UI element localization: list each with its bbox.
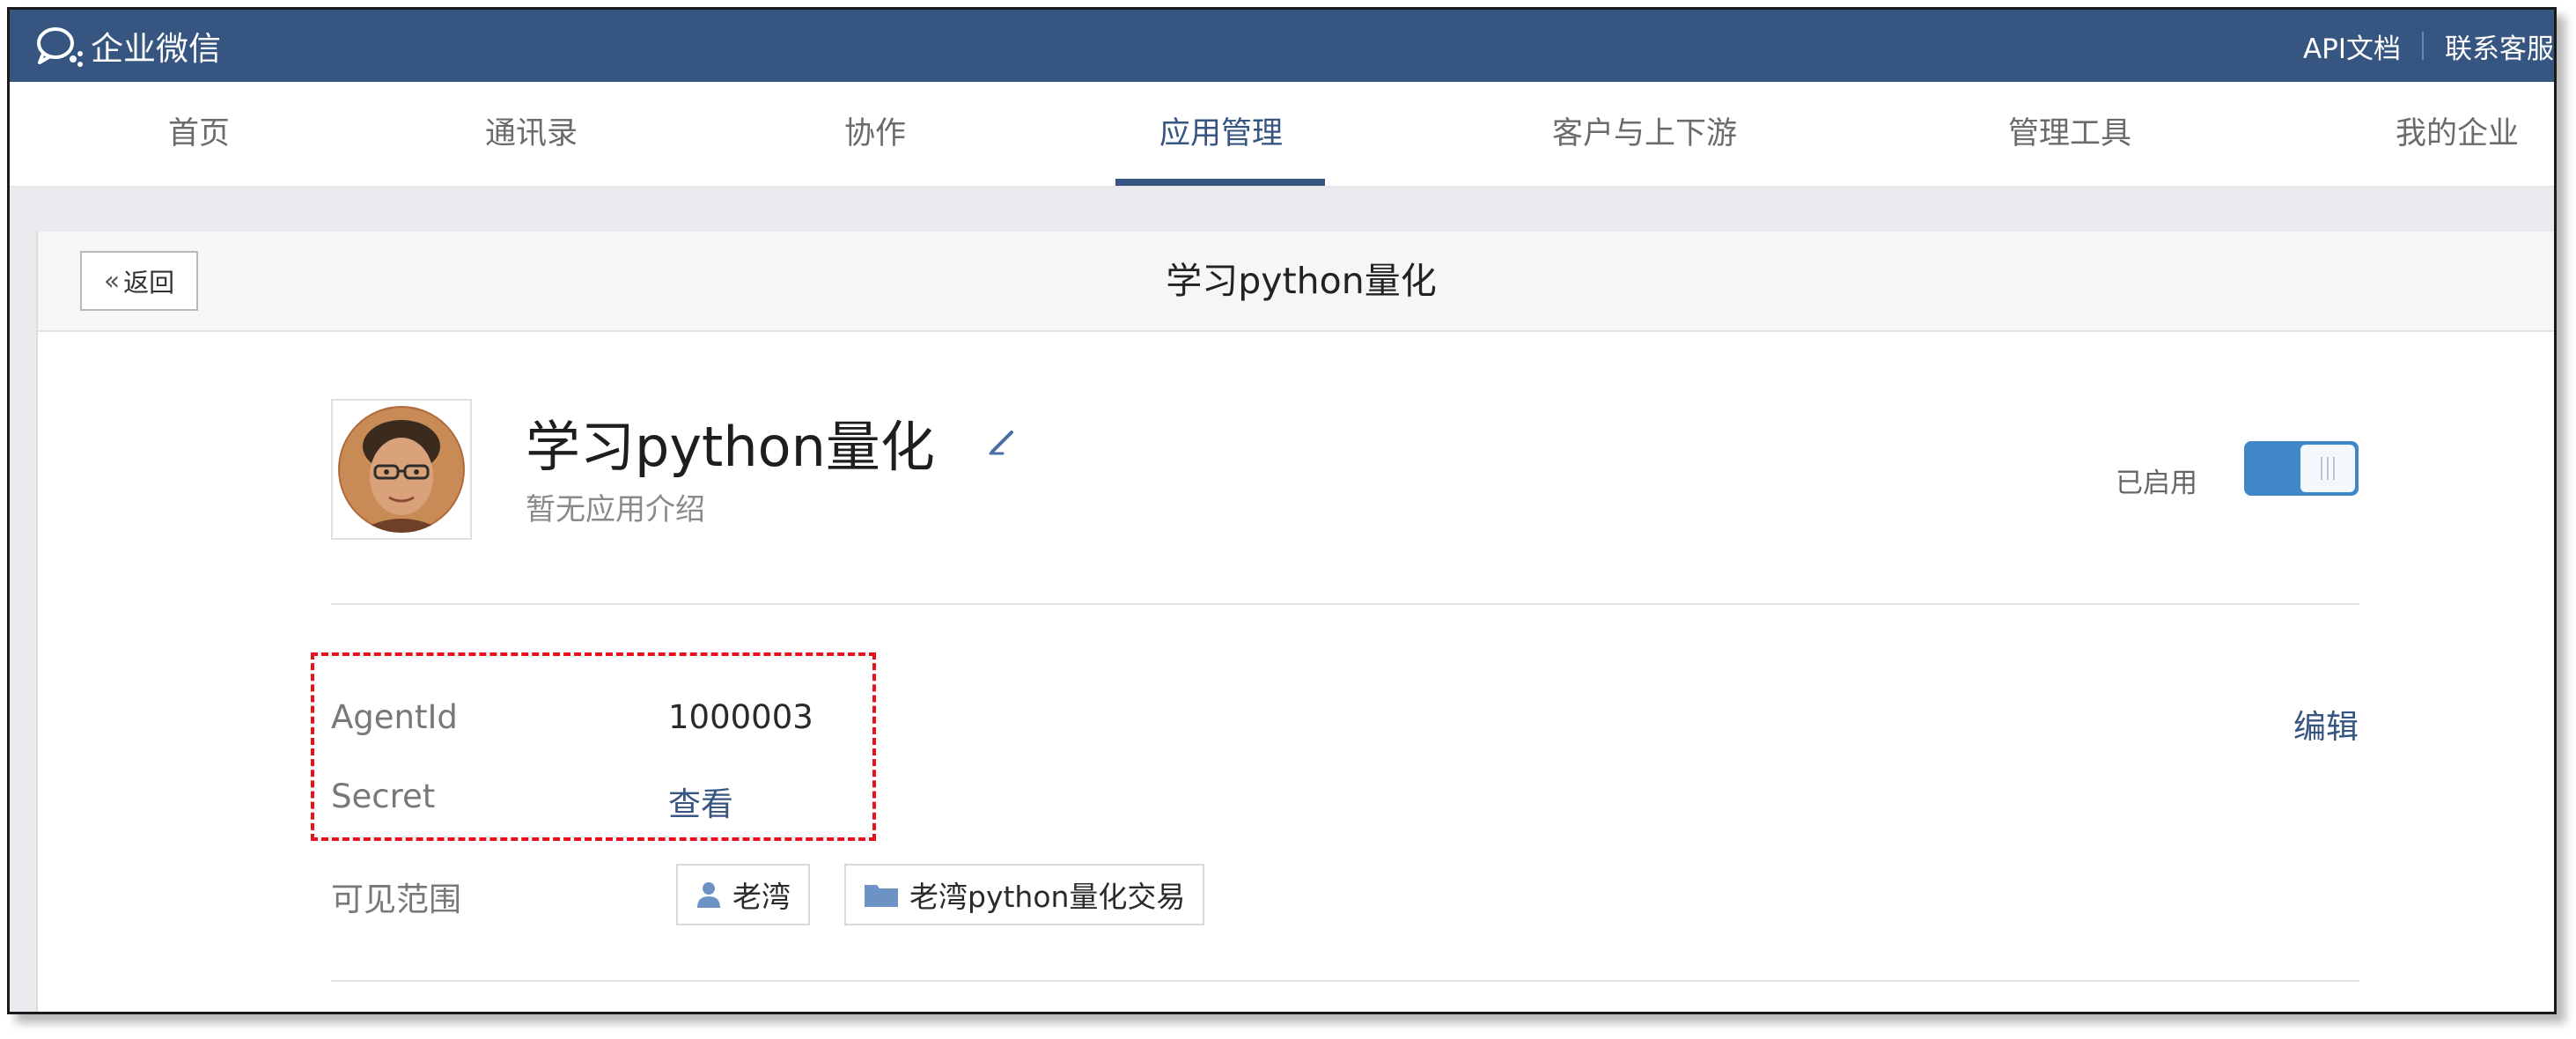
top-bar: 企业微信 API文档 联系客服 (10, 10, 2554, 82)
wecom-logo-icon (37, 27, 83, 67)
nav-home[interactable]: 首页 (168, 82, 230, 186)
folder-icon (865, 885, 898, 907)
contact-support-link[interactable]: 联系客服 (2445, 26, 2554, 66)
nav-app-management[interactable]: 应用管理 (1159, 82, 1283, 186)
nav-collaboration[interactable]: 协作 (844, 82, 906, 186)
double-chevron-left-icon: « (103, 265, 121, 297)
visibility-chip-user[interactable]: 老湾 (676, 864, 810, 925)
visibility-chip-department-label: 老湾python量化交易 (909, 880, 1186, 914)
nav-management-tools[interactable]: 管理工具 (2008, 82, 2131, 186)
logo[interactable]: 企业微信 (34, 22, 221, 70)
back-button[interactable]: « 返回 (80, 251, 198, 311)
card-header: 学习python量化 « 返回 (38, 232, 2554, 332)
app-window: 企业微信 API文档 联系客服 首页 通讯录 协作 应用管理 客户与上下游 管理… (7, 7, 2557, 1014)
edit-link[interactable]: 编辑 (2293, 700, 2359, 748)
user-icon (697, 882, 720, 908)
app-avatar[interactable] (331, 399, 472, 540)
toggle-knob (2300, 445, 2355, 492)
api-docs-link[interactable]: API文档 (2303, 26, 2401, 66)
visibility-chip-department[interactable]: 老湾python量化交易 (844, 864, 1205, 925)
pencil-icon[interactable] (985, 422, 1022, 459)
nav-contacts[interactable]: 通讯录 (485, 82, 578, 186)
highlight-annotation-box (311, 652, 876, 841)
app-description: 暂无应用介绍 (526, 492, 705, 527)
section-divider-bottom (331, 980, 2359, 982)
nav-customers[interactable]: 客户与上下游 (1552, 82, 1737, 186)
page-title: 学习python量化 (1166, 260, 1437, 302)
app-logo-portrait-icon (338, 406, 465, 533)
top-link-separator (2422, 32, 2424, 60)
nav-my-enterprise[interactable]: 我的企业 (2396, 82, 2519, 186)
visibility-chip-user-label: 老湾 (732, 880, 791, 914)
main-nav: 首页 通讯录 协作 应用管理 客户与上下游 管理工具 我的企业 (10, 82, 2554, 188)
brand-name: 企业微信 (91, 30, 221, 68)
back-button-label: 返回 (123, 268, 175, 298)
enable-toggle[interactable] (2244, 441, 2359, 496)
enabled-status-label: 已启用 (2116, 468, 2197, 499)
content-area: 学习python量化 « 返回 学习python量化 暂无应用介绍 已启用 Ag… (10, 188, 2554, 1012)
top-links: API文档 联系客服 (2303, 10, 2554, 82)
active-tab-indicator (1115, 179, 1325, 186)
section-divider (331, 603, 2359, 605)
app-detail-card: 学习python量化 « 返回 学习python量化 暂无应用介绍 已启用 Ag… (36, 232, 2554, 1012)
app-name: 学习python量化 (526, 415, 935, 479)
visibility-label: 可见范围 (331, 881, 461, 918)
